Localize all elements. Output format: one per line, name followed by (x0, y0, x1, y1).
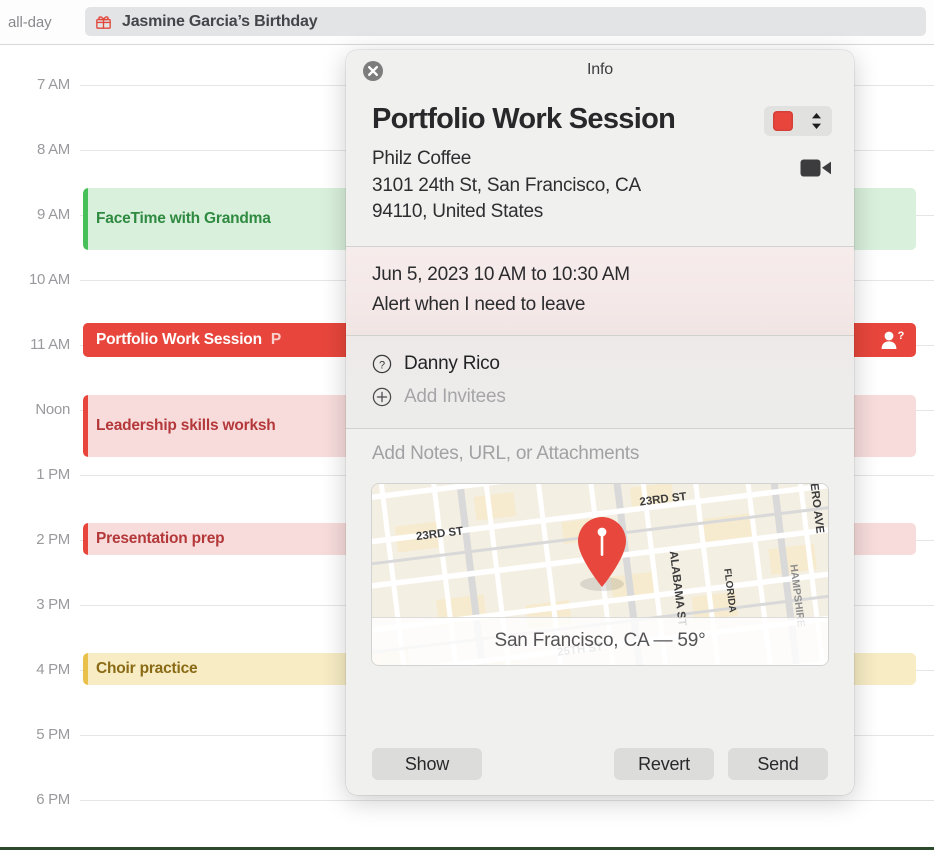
hour-label: 1 PM (36, 466, 70, 483)
location-line-3: 94110, United States (372, 201, 544, 222)
event-title-label: Choir practice (96, 660, 198, 677)
location-map[interactable]: 23RD ST 23RD ST 25TH ST ALABAMA ST FLORI… (372, 483, 828, 665)
hour-label: Noon (35, 401, 70, 418)
hour-label: 7 AM (37, 76, 70, 93)
event-color-bar (83, 395, 88, 457)
all-day-event-birthday[interactable]: Jasmine Garcia’s Birthday (85, 7, 926, 36)
show-button[interactable]: Show (372, 748, 482, 780)
person-question-icon: ? (881, 330, 905, 349)
gift-icon (96, 16, 111, 29)
event-date-time[interactable]: Jun 5, 2023 10 AM to 10:30 AM (372, 260, 828, 290)
event-title-label: Leadership skills worksh (96, 417, 276, 434)
all-day-row: all-day Jasmine Garcia’s Birthday (0, 0, 934, 45)
invitee-row-danny-rico[interactable]: ? Danny Rico (372, 348, 828, 381)
video-camera-icon[interactable] (800, 156, 832, 180)
hour-gridline (80, 800, 934, 801)
event-title-label: FaceTime with Grandma (96, 210, 271, 227)
event-datetime-section: Jun 5, 2023 10 AM to 10:30 AM Alert when… (346, 246, 854, 335)
event-subtitle-label: P (270, 331, 282, 348)
calendar-app-window: all-day Jasmine Garcia’s Birthday 7 AM 8 … (0, 0, 934, 850)
calendar-color-swatch (772, 111, 793, 131)
svg-text:?: ? (898, 330, 905, 342)
hour-label: 6 PM (36, 791, 70, 808)
event-title-label: Presentation prep (96, 530, 225, 547)
map-footer-label: San Francisco, CA — 59° (372, 616, 828, 665)
hour-label: 3 PM (36, 596, 70, 613)
chevron-updown-icon (812, 113, 822, 129)
popover-title: Info (587, 61, 613, 78)
event-color-bar (83, 188, 88, 250)
event-alert[interactable]: Alert when I need to leave (372, 290, 828, 320)
hour-label: 11 AM (30, 336, 70, 353)
map-pin-icon (578, 516, 626, 591)
event-color-bar (83, 323, 88, 357)
all-day-label: all-day (8, 14, 52, 31)
hour-label: 5 PM (36, 726, 70, 743)
plus-circle-icon (372, 387, 392, 407)
hour-label: 10 AM (28, 271, 70, 288)
revert-button[interactable]: Revert (614, 748, 714, 780)
event-title[interactable]: Portfolio Work Session (372, 100, 830, 138)
hour-label: 2 PM (36, 531, 70, 548)
event-color-bar (83, 653, 88, 685)
event-title-label: Portfolio Work Session (96, 331, 262, 348)
send-button[interactable]: Send (728, 748, 828, 780)
add-invitees-label: Add Invitees (404, 386, 506, 407)
event-header-section: Portfolio Work Session Philz Coffee 3101… (346, 94, 854, 246)
svg-text:?: ? (379, 359, 385, 371)
event-invitees-section: ? Danny Rico Add Invitees (346, 335, 854, 428)
location-line-2: 3101 24th St, San Francisco, CA (372, 174, 641, 196)
event-notes-section: Add Notes, URL, or Attachments 23RD ST 2… (346, 428, 854, 665)
question-circle-icon: ? (372, 354, 392, 374)
add-invitees-row[interactable]: Add Invitees (372, 381, 828, 414)
notes-input[interactable]: Add Notes, URL, or Attachments (372, 443, 828, 465)
hour-label: 4 PM (36, 661, 70, 678)
event-info-popover: Info Portfolio Work Session Philz Coffee… (346, 50, 854, 795)
hour-label: 9 AM (37, 206, 70, 223)
popover-titlebar: Info (346, 50, 854, 94)
event-color-bar (83, 523, 88, 555)
calendar-color-stepper[interactable] (764, 106, 832, 136)
event-location[interactable]: Philz Coffee 3101 24th St, San Francisco… (372, 146, 830, 226)
location-line-1: Philz Coffee (372, 148, 472, 169)
all-day-event-title: Jasmine Garcia’s Birthday (122, 12, 318, 30)
popover-footer: Show Revert Send (346, 733, 854, 795)
invitee-name: Danny Rico (404, 353, 500, 374)
hour-label: 8 AM (37, 141, 70, 158)
